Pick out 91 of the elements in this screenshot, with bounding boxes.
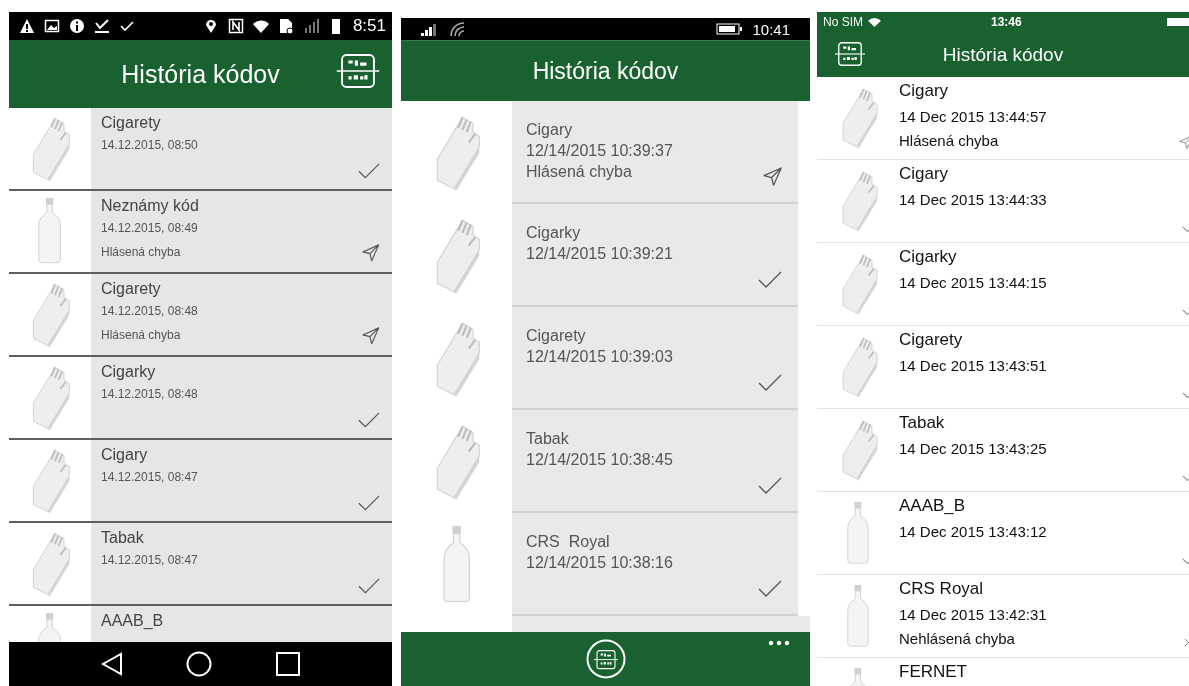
item-date: 14.12.2015, 08:48 bbox=[101, 304, 198, 318]
screen-title: História kódov bbox=[942, 43, 1064, 66]
item-title: Cigary bbox=[899, 81, 950, 101]
item-title: Cigarety bbox=[101, 114, 162, 132]
item-title: Cigarky bbox=[526, 223, 582, 243]
more-icon[interactable] bbox=[768, 640, 790, 646]
item-title: AAAB_B bbox=[899, 496, 967, 516]
clock-time: 13:46 bbox=[991, 15, 1022, 29]
item-title: Cigarky bbox=[101, 363, 157, 381]
chevron-down-icon[interactable] bbox=[1182, 308, 1189, 315]
item-date: 14 Dec 2015 13:43:25 bbox=[899, 440, 1047, 457]
clock-time: 8:51 bbox=[352, 16, 386, 36]
bottle-icon bbox=[37, 198, 63, 265]
back-icon[interactable] bbox=[100, 652, 123, 676]
item-date: 14.12.2015, 08:48 bbox=[101, 387, 198, 401]
download-done-icon bbox=[94, 18, 110, 34]
wifi-icon bbox=[868, 16, 881, 28]
qr-scan-button-icon[interactable] bbox=[585, 639, 626, 679]
history-item[interactable]: Cigary 14 Dec 2015 13:44:57 Hlásená chyba bbox=[817, 77, 1189, 160]
send-icon[interactable] bbox=[362, 327, 380, 345]
item-date: 14 Dec 2015 13:43:12 bbox=[899, 523, 1047, 540]
item-title: CRS Royal bbox=[899, 579, 985, 599]
home-icon[interactable] bbox=[186, 651, 213, 677]
screen-title: História kódov bbox=[121, 59, 280, 89]
item-status: Hlásená chyba bbox=[526, 162, 633, 182]
item-date: 12/14/2015 10:39:03 bbox=[526, 347, 673, 367]
item-date: 12/14/2015 10:39:37 bbox=[526, 141, 673, 161]
history-item[interactable]: Cigarety 14 Dec 2015 13:43:51 bbox=[817, 326, 1189, 409]
item-date: 14.12.2015, 08:47 bbox=[101, 553, 198, 567]
battery-icon bbox=[1167, 18, 1189, 26]
history-item[interactable]: Tabak 14 Dec 2015 13:43:25 bbox=[817, 409, 1189, 492]
bottle-icon bbox=[846, 501, 870, 565]
item-date: 12/14/2015 10:39:21 bbox=[526, 244, 673, 264]
item-title: Cigary bbox=[101, 446, 149, 464]
item-title: FERNET bbox=[899, 662, 967, 682]
chevron-down-icon[interactable] bbox=[1182, 391, 1189, 398]
item-title: Cigarky bbox=[899, 247, 958, 267]
sim-card-icon bbox=[277, 18, 294, 34]
item-date: 14 Dec 2015 13:43:51 bbox=[899, 357, 1047, 374]
item-title: Tabak bbox=[899, 413, 946, 433]
check-icon bbox=[119, 18, 135, 34]
history-item[interactable]: CRS Royal 14 Dec 2015 13:42:31 Nehlásená chyba bbox=[817, 575, 1189, 658]
image-icon bbox=[44, 18, 60, 34]
wifi-icon bbox=[449, 21, 467, 37]
item-title: Neznámy kód bbox=[101, 197, 199, 215]
bottle-icon bbox=[846, 584, 870, 648]
item-date: 12/14/2015 10:38:45 bbox=[526, 450, 673, 470]
send-icon[interactable] bbox=[762, 166, 782, 186]
item-title: Tabak bbox=[101, 529, 145, 547]
screen-title: História kódov bbox=[532, 57, 679, 85]
clock-time: 10:41 bbox=[752, 20, 790, 38]
chevron-down-icon[interactable] bbox=[1182, 474, 1189, 481]
carrier-name: No SIM bbox=[823, 15, 863, 29]
bottle-icon bbox=[441, 525, 472, 604]
item-title: CRS Royal bbox=[526, 532, 611, 552]
item-title: Tabak bbox=[526, 429, 570, 449]
info-icon bbox=[69, 18, 85, 34]
item-date: 14 Dec 2015 13:44:57 bbox=[899, 108, 1047, 125]
item-date: 14 Dec 2015 13:44:15 bbox=[899, 274, 1047, 291]
item-title: Cigary bbox=[526, 120, 574, 140]
wifi-icon bbox=[252, 18, 269, 34]
item-title: Cigary bbox=[899, 164, 950, 184]
recents-icon[interactable] bbox=[276, 652, 301, 676]
item-title: Cigarety bbox=[899, 330, 964, 350]
item-date: 12/14/2015 10:38:16 bbox=[526, 553, 673, 573]
history-item[interactable]: Cigary 14 Dec 2015 13:44:33 bbox=[817, 160, 1189, 243]
item-status: Hlásená chyba bbox=[899, 132, 1000, 149]
chevron-down-icon[interactable] bbox=[1182, 225, 1189, 232]
warning-icon bbox=[19, 18, 35, 34]
send-icon[interactable] bbox=[1178, 134, 1189, 149]
history-item[interactable]: FERNET bbox=[817, 658, 1189, 686]
item-date: 14.12.2015, 08:50 bbox=[101, 138, 198, 152]
qr-scan-icon[interactable] bbox=[336, 54, 380, 88]
item-date: 14.12.2015, 08:49 bbox=[101, 221, 199, 235]
item-title: Cigarety bbox=[526, 326, 587, 346]
chevron-down-icon[interactable] bbox=[1182, 557, 1189, 564]
signal-icon bbox=[302, 18, 319, 34]
item-date: 14 Dec 2015 13:44:33 bbox=[899, 191, 1047, 208]
item-title: AAAB_B bbox=[101, 612, 164, 630]
history-item[interactable]: AAAB_B 14 Dec 2015 13:43:12 bbox=[817, 492, 1189, 575]
item-status: Hlásená chyba bbox=[101, 245, 182, 259]
battery-icon bbox=[716, 23, 745, 35]
item-date: 14 Dec 2015 13:42:31 bbox=[899, 606, 1047, 623]
history-item[interactable]: Cigarky 14 Dec 2015 13:44:15 bbox=[817, 243, 1189, 326]
qr-scan-icon[interactable] bbox=[835, 42, 865, 66]
item-date: 14.12.2015, 08:47 bbox=[101, 470, 198, 484]
item-status: Hlásená chyba bbox=[101, 328, 182, 342]
item-title: Cigarety bbox=[101, 280, 162, 298]
nfc-icon bbox=[227, 18, 244, 34]
send-icon[interactable] bbox=[362, 244, 380, 262]
item-status: Nehlásená chyba bbox=[899, 630, 1016, 647]
